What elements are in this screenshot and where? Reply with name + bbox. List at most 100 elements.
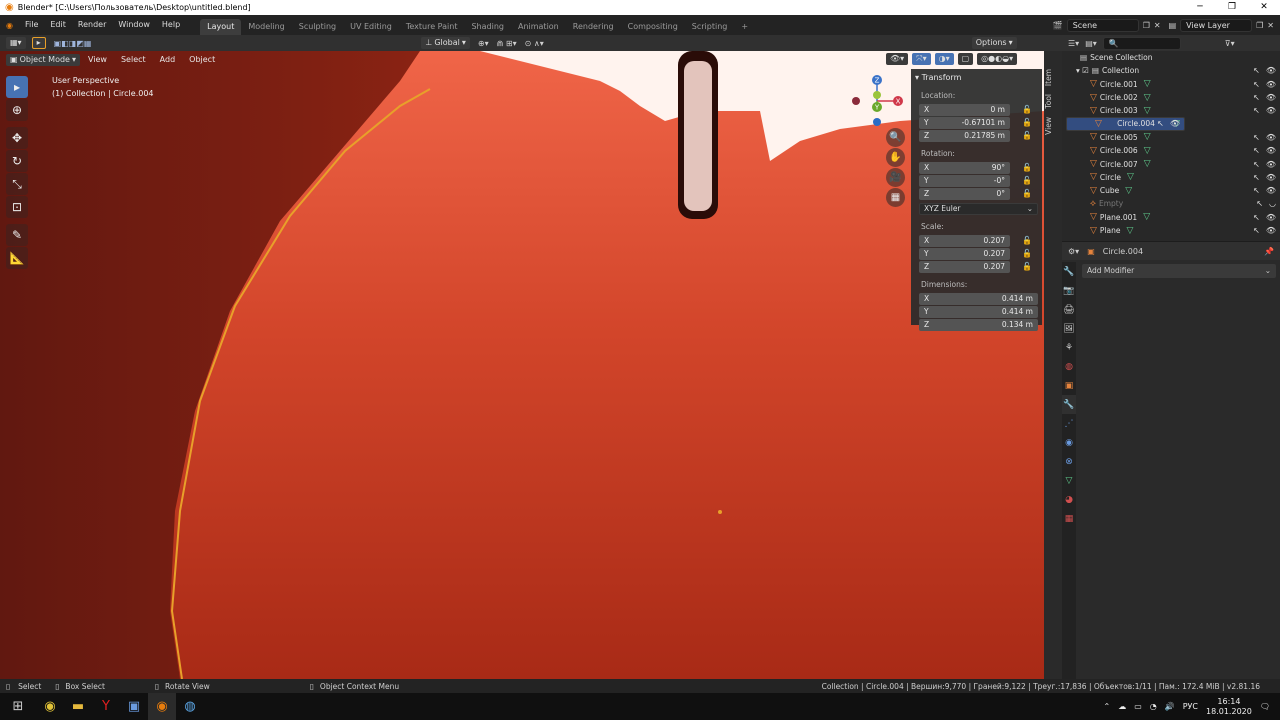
world-tab-icon[interactable]: ◍ <box>1062 357 1076 376</box>
menu-window[interactable]: Window <box>112 15 156 35</box>
render-tab-icon[interactable]: 📷 <box>1062 281 1076 300</box>
eye-icon[interactable]: 👁 <box>1266 146 1276 155</box>
pin-icon[interactable]: 📌 <box>1264 247 1274 256</box>
menu-help[interactable]: Help <box>156 15 186 35</box>
outliner-item[interactable]: ▽ Plane ▽ ↖ 👁 <box>1062 224 1280 237</box>
eye-icon[interactable]: 👁 <box>1266 173 1276 182</box>
eye-icon[interactable]: 👁 <box>1266 106 1276 115</box>
tray-language[interactable]: РУС <box>1183 702 1198 711</box>
minimize-button[interactable]: ─ <box>1184 0 1216 15</box>
remove-view-layer-icon[interactable]: ✕ <box>1267 21 1274 30</box>
eye-icon[interactable]: 👁 <box>1266 160 1276 169</box>
lock-icon[interactable]: 🔓 <box>1022 262 1032 271</box>
outliner-item[interactable]: ▽ Circle.001 ▽ ↖ 👁 <box>1062 78 1280 91</box>
maximize-button[interactable]: ❐ <box>1216 0 1248 15</box>
tray-battery-icon[interactable]: ▭ <box>1134 702 1142 711</box>
lock-icon[interactable]: 🔓 <box>1022 236 1032 245</box>
chrome-app-icon[interactable]: ◉ <box>36 693 64 720</box>
blender-taskbar-icon[interactable]: ◉ <box>148 693 176 720</box>
outliner-item[interactable]: ▽ Circle.005 ▽ ↖ 👁 <box>1062 131 1280 144</box>
tab-tool[interactable]: Tool <box>1044 94 1053 109</box>
select-box-tool-icon[interactable]: ▸ <box>6 76 28 98</box>
tab-compositing[interactable]: Compositing <box>621 19 685 35</box>
eye-icon[interactable]: 👁 <box>1266 226 1276 235</box>
proportional-edit-icon[interactable]: ⊙ ∧▾ <box>525 39 544 48</box>
tab-layout[interactable]: Layout <box>200 19 242 35</box>
tray-chevron-icon[interactable]: ⌃ <box>1104 702 1111 711</box>
pan-hand-icon[interactable]: ✋ <box>886 148 905 167</box>
tab-modeling[interactable]: Modeling <box>241 19 291 35</box>
tab-uv-editing[interactable]: UV Editing <box>343 19 399 35</box>
tab-view[interactable]: View <box>1044 117 1053 135</box>
rotation-y-field[interactable]: Y -0° <box>919 174 1010 187</box>
object-mode-dropdown[interactable]: ▣ Object Mode ▾ <box>6 53 80 66</box>
dimension-z-field[interactable]: Z 0.134 m <box>919 318 1038 331</box>
options-dropdown[interactable]: Options ▾ <box>971 37 1017 49</box>
select-arrow-icon[interactable]: ↖ <box>1253 80 1260 89</box>
constraints-tab-icon[interactable]: ⊗ <box>1062 452 1076 471</box>
outliner-item[interactable]: ▽ Circle.003 ▽ ↖ 👁 <box>1062 104 1280 117</box>
scene-collection-row[interactable]: ▤ Scene Collection <box>1062 51 1280 64</box>
tab-scripting[interactable]: Scripting <box>685 19 735 35</box>
mesh-data-icon[interactable]: ▽ <box>1127 226 1134 236</box>
lock-icon[interactable]: 🔓 <box>1022 163 1032 172</box>
tool-tab-icon[interactable]: 🔧 <box>1062 262 1076 281</box>
add-modifier-dropdown[interactable]: Add Modifier ⌄ <box>1082 264 1276 278</box>
scale-z-field[interactable]: Z 0.207 <box>919 260 1010 273</box>
gizmo-toggle-icon[interactable]: ⤧▾ <box>912 53 931 65</box>
measure-tool-icon[interactable]: 📐 <box>6 247 28 269</box>
select-arrow-icon[interactable]: ↖ <box>1157 119 1164 129</box>
eye-icon[interactable]: 👁 <box>1266 66 1276 75</box>
shading-modes-icon[interactable]: ◎●◐◒▾ <box>977 53 1018 65</box>
tab-animation[interactable]: Animation <box>511 19 566 35</box>
mesh-data-icon[interactable]: ▽ <box>1144 146 1151 156</box>
scale-tool-icon[interactable]: ⤡ <box>6 173 28 195</box>
rotation-x-field[interactable]: X 90° <box>919 161 1010 174</box>
select-arrow-icon[interactable]: ↖ <box>1253 133 1260 142</box>
outliner-item[interactable]: ▽ Cube ▽ ↖ 👁 <box>1062 184 1280 197</box>
tab-rendering[interactable]: Rendering <box>566 19 621 35</box>
new-view-layer-icon[interactable]: ❐ <box>1256 21 1263 30</box>
menu-render[interactable]: Render <box>72 15 112 35</box>
lock-icon[interactable]: 🔓 <box>1022 118 1032 127</box>
ortho-grid-icon[interactable]: ▦ <box>886 188 905 207</box>
mesh-data-icon[interactable]: ▽ <box>1144 132 1151 142</box>
annotate-tool-icon[interactable]: ✎ <box>6 224 28 246</box>
menu-object[interactable]: Object <box>183 52 221 67</box>
outliner-item[interactable]: ▽ Circle ▽ ↖ 👁 <box>1062 171 1280 184</box>
tray-clock[interactable]: 16:14 18.01.2020 <box>1206 697 1252 717</box>
rotation-z-field[interactable]: Z 0° <box>919 187 1010 200</box>
transform-tool-icon[interactable]: ⊡ <box>6 196 28 218</box>
eye-icon[interactable]: 👁 <box>1266 133 1276 142</box>
camera-view-icon[interactable]: 🎥 <box>886 168 905 187</box>
select-arrow-icon[interactable]: ↖ <box>1253 93 1260 102</box>
cursor-tool-icon[interactable]: ⊕ <box>6 99 28 121</box>
rotation-mode-dropdown[interactable]: XYZ Euler ⌄ <box>919 203 1038 215</box>
select-arrow-icon[interactable]: ↖ <box>1253 146 1260 155</box>
eye-icon[interactable]: 👁 <box>1266 186 1276 195</box>
visibility-icon[interactable]: 👁▾ <box>886 53 909 65</box>
eye-icon[interactable]: 👁 <box>1266 93 1276 102</box>
location-y-field[interactable]: Y -0.67101 m <box>919 116 1010 129</box>
filter-icon[interactable]: ⊽▾ <box>1225 39 1235 48</box>
editor-type-icon[interactable]: ▦▾ <box>6 37 26 49</box>
menu-edit[interactable]: Edit <box>44 15 72 35</box>
transform-orientation-dropdown[interactable]: ⊥ Global ▾ <box>421 37 470 49</box>
tab-item[interactable]: Item <box>1044 69 1053 86</box>
navigation-gizmo[interactable]: Z X Y <box>848 72 908 132</box>
select-arrow-icon[interactable]: ↖ <box>1253 226 1260 235</box>
eye-icon[interactable]: 👁 <box>1266 213 1276 222</box>
select-arrow-icon[interactable]: ↖ <box>1253 213 1260 222</box>
output-tab-icon[interactable]: 🖨 <box>1062 300 1076 319</box>
outliner-item[interactable]: ▽ Circle.002 ▽ ↖ 👁 <box>1062 91 1280 104</box>
network-app-icon[interactable]: ◍ <box>176 693 204 720</box>
scale-x-field[interactable]: X 0.207 <box>919 234 1010 247</box>
particles-tab-icon[interactable]: ⋰ <box>1062 414 1076 433</box>
eye-icon[interactable]: 👁 <box>1266 80 1276 89</box>
tray-cloud-icon[interactable]: ☁ <box>1118 702 1126 711</box>
tab-texture-paint[interactable]: Texture Paint <box>399 19 465 35</box>
select-arrow-icon[interactable]: ↖ <box>1253 160 1260 169</box>
snap-icon[interactable]: ⋒ ⊞▾ <box>497 39 517 48</box>
location-x-field[interactable]: X 0 m <box>919 103 1010 116</box>
expand-icon[interactable]: ▾ ☑ <box>1076 66 1089 75</box>
